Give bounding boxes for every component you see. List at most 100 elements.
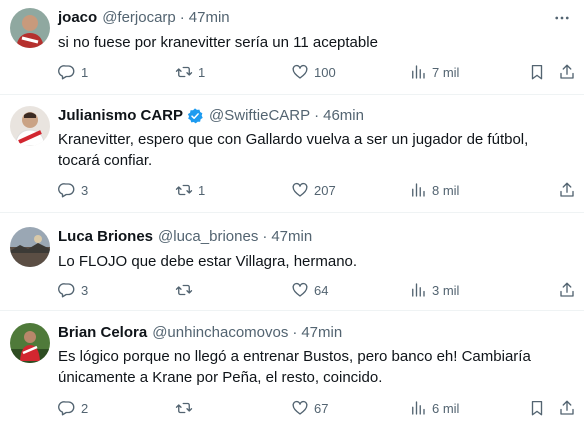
reply-icon	[58, 401, 75, 416]
tweet-text: Kranevitter, espero que con Gallardo vue…	[58, 131, 529, 169]
share-button[interactable]	[558, 62, 576, 82]
bookmark-button[interactable]	[528, 398, 546, 418]
timestamp[interactable]: 47min	[189, 8, 230, 28]
views-icon	[412, 283, 425, 297]
tweet-actions: 1 1 100 7 mil	[58, 62, 576, 82]
avatar[interactable]	[10, 106, 50, 146]
author-handle[interactable]: @unhinchacomovos	[152, 323, 288, 343]
reply-button[interactable]: 3	[58, 180, 88, 200]
tweet-actions: 2 67 6 mil	[58, 398, 576, 418]
tweet-text: si no fuese por kranevitter sería un 11 …	[58, 34, 378, 51]
timestamp[interactable]: 47min	[301, 323, 342, 343]
views-count: 7 mil	[432, 64, 460, 80]
like-count: 207	[314, 182, 336, 198]
avatar[interactable]	[10, 8, 50, 48]
author-name[interactable]: Julianismo CARP	[58, 106, 183, 126]
author-name[interactable]: Luca Briones	[58, 227, 153, 247]
views-button[interactable]: 7 mil	[409, 62, 459, 82]
retweet-button[interactable]: 1	[175, 62, 205, 82]
reply-icon	[58, 65, 75, 80]
tweet-body: Luca Briones @luca_briones · 47min Lo FL…	[58, 227, 572, 272]
retweet-icon	[175, 402, 193, 414]
timestamp[interactable]: 47min	[271, 227, 312, 247]
tweet-body: Julianismo CARP @SwiftieCARP · 46min Kra…	[58, 106, 572, 171]
share-icon	[560, 400, 574, 415]
views-button[interactable]: 6 mil	[409, 398, 459, 418]
reply-button[interactable]: 2	[58, 398, 88, 418]
separator-dot: ·	[314, 107, 320, 124]
tweet-actions: 3 64 3 mil	[58, 280, 576, 300]
views-icon	[412, 401, 425, 415]
tweet[interactable]: joaco @ferjocarp · 47min si no fuese por…	[0, 0, 584, 95]
retweet-count: 1	[198, 182, 206, 198]
tweet[interactable]: Luca Briones @luca_briones · 47min Lo FL…	[0, 213, 584, 311]
share-button[interactable]	[558, 280, 576, 300]
timestamp[interactable]: 46min	[323, 106, 364, 126]
reply-icon	[58, 183, 75, 198]
like-count: 64	[314, 282, 329, 298]
author-name[interactable]: Brian Celora	[58, 323, 147, 343]
like-count: 67	[314, 400, 329, 416]
views-count: 6 mil	[432, 400, 460, 416]
like-icon	[292, 282, 308, 297]
bookmark-button[interactable]	[528, 62, 546, 82]
avatar[interactable]	[10, 227, 50, 267]
tweet-actions: 3 1 207 8 mil	[58, 180, 576, 200]
avatar[interactable]	[10, 323, 50, 363]
reply-count: 3	[81, 282, 89, 298]
reply-count: 1	[81, 64, 89, 80]
tweet-header: joaco @ferjocarp · 47min	[58, 8, 572, 28]
views-icon	[412, 65, 425, 79]
tweet-body: joaco @ferjocarp · 47min si no fuese por…	[58, 8, 572, 53]
reply-icon	[58, 283, 75, 298]
views-button[interactable]: 3 mil	[409, 280, 459, 300]
tweet[interactable]: Julianismo CARP @SwiftieCARP · 46min Kra…	[0, 95, 584, 213]
reply-button[interactable]: 3	[58, 280, 88, 300]
reply-count: 3	[81, 182, 89, 198]
like-icon	[292, 64, 308, 79]
views-count: 3 mil	[432, 282, 460, 298]
views-icon	[412, 183, 425, 197]
like-button[interactable]: 67	[291, 398, 328, 418]
views-count: 8 mil	[432, 182, 460, 198]
share-icon	[560, 64, 574, 79]
views-button[interactable]: 8 mil	[409, 180, 459, 200]
tweet[interactable]: Brian Celora @unhinchacomovos · 47min Es…	[0, 311, 584, 426]
bookmark-icon	[531, 400, 543, 416]
retweet-button[interactable]	[175, 280, 193, 300]
tweet-header: Brian Celora @unhinchacomovos · 47min	[58, 323, 572, 343]
like-button[interactable]: 64	[291, 280, 328, 300]
more-icon	[555, 16, 569, 20]
separator-dot: ·	[262, 228, 268, 245]
share-icon	[560, 282, 574, 297]
reply-button[interactable]: 1	[58, 62, 88, 82]
like-count: 100	[314, 64, 336, 80]
like-icon	[292, 400, 308, 415]
bookmark-icon	[531, 64, 543, 80]
tweet-body: Brian Celora @unhinchacomovos · 47min Es…	[58, 323, 572, 388]
like-button[interactable]: 207	[291, 180, 336, 200]
tweet-replies-feed: joaco @ferjocarp · 47min si no fuese por…	[0, 0, 584, 426]
like-button[interactable]: 100	[291, 62, 336, 82]
verified-badge-icon	[186, 107, 204, 125]
retweet-button[interactable]: 1	[175, 180, 205, 200]
retweet-icon	[175, 66, 193, 78]
author-handle[interactable]: @ferjocarp	[102, 8, 176, 28]
more-options-button[interactable]	[552, 8, 572, 28]
like-icon	[292, 182, 308, 197]
retweet-button[interactable]	[175, 398, 193, 418]
retweet-count: 1	[198, 64, 206, 80]
retweet-icon	[175, 284, 193, 296]
share-button[interactable]	[558, 398, 576, 418]
reply-count: 2	[81, 400, 89, 416]
retweet-icon	[175, 184, 193, 196]
author-name[interactable]: joaco	[58, 8, 97, 28]
tweet-text: Lo FLOJO que debe estar Villagra, herman…	[58, 253, 358, 270]
author-handle[interactable]: @SwiftieCARP	[209, 106, 310, 126]
share-button[interactable]	[558, 180, 576, 200]
share-icon	[560, 182, 574, 197]
author-handle[interactable]: @luca_briones	[158, 227, 258, 247]
tweet-header: Julianismo CARP @SwiftieCARP · 46min	[58, 106, 572, 126]
separator-dot: ·	[179, 9, 185, 26]
separator-dot: ·	[292, 324, 298, 341]
